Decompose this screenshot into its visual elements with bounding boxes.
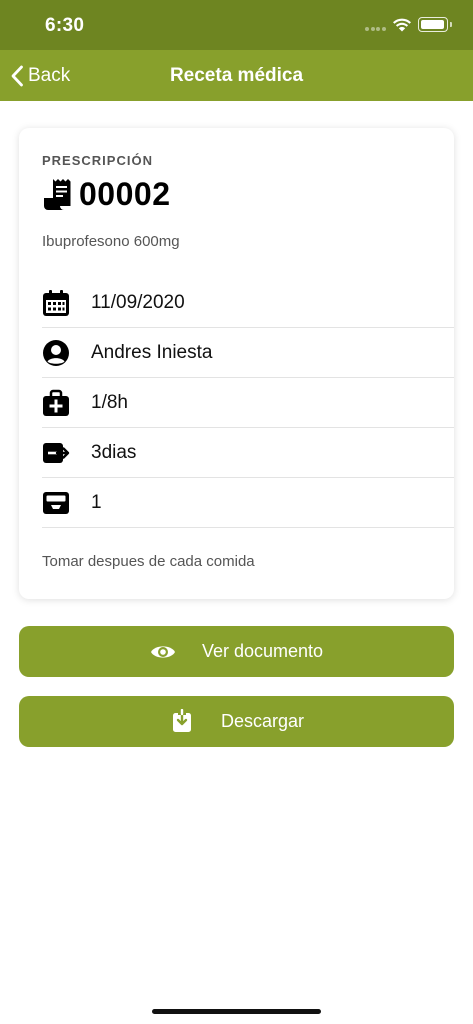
detail-row-duration: 3dias bbox=[42, 428, 454, 478]
wifi-icon bbox=[393, 18, 411, 32]
prescription-number: 00002 bbox=[79, 175, 171, 212]
detail-row-quantity: 1 bbox=[42, 478, 454, 528]
user-circle-icon bbox=[43, 339, 69, 366]
prescription-title: 00002 bbox=[41, 176, 170, 212]
status-bar: 6:30 bbox=[0, 0, 473, 50]
view-document-label: Ver documento bbox=[201, 641, 324, 661]
eye-icon bbox=[150, 645, 175, 658]
navigation-bar: Back Receta médica bbox=[0, 50, 473, 101]
detail-row-frequency: 1/8h bbox=[42, 378, 454, 428]
detail-patient: Andres Iniesta bbox=[91, 341, 213, 363]
cellular-signal-icon bbox=[365, 27, 387, 32]
medkit-icon bbox=[43, 389, 69, 416]
status-time: 6:30 bbox=[45, 15, 85, 36]
page-title: Receta médica bbox=[169, 65, 304, 86]
view-document-button[interactable]: Ver documento bbox=[19, 626, 454, 677]
prescription-card: PRESCRIPCIÓN 00002 Ibuprofesono 600mg 11… bbox=[19, 128, 454, 599]
detail-row-date: 11/09/2020 bbox=[42, 278, 454, 328]
calendar-icon bbox=[43, 289, 69, 316]
battery-icon bbox=[418, 17, 452, 32]
section-label: PRESCRIPCIÓN bbox=[42, 153, 153, 168]
download-button[interactable]: Descargar bbox=[19, 696, 454, 747]
receipt-icon bbox=[44, 179, 71, 210]
detail-duration: 3dias bbox=[91, 441, 137, 463]
detail-frequency: 1/8h bbox=[91, 391, 128, 413]
inbox-icon bbox=[43, 491, 69, 514]
detail-date: 11/09/2020 bbox=[91, 291, 185, 313]
detail-row-patient: Andres Iniesta bbox=[42, 328, 454, 378]
sign-out-icon bbox=[43, 442, 70, 463]
prescription-note: Tomar despues de cada comida bbox=[42, 553, 255, 570]
drug-name: Ibuprofesono 600mg bbox=[42, 233, 180, 250]
download-label: Descargar bbox=[220, 711, 305, 731]
home-indicator bbox=[152, 1009, 321, 1014]
detail-list: 11/09/2020 Andres Iniesta 1/8h 3dias 1 bbox=[42, 278, 454, 528]
download-icon bbox=[172, 708, 191, 732]
detail-quantity: 1 bbox=[91, 491, 102, 513]
